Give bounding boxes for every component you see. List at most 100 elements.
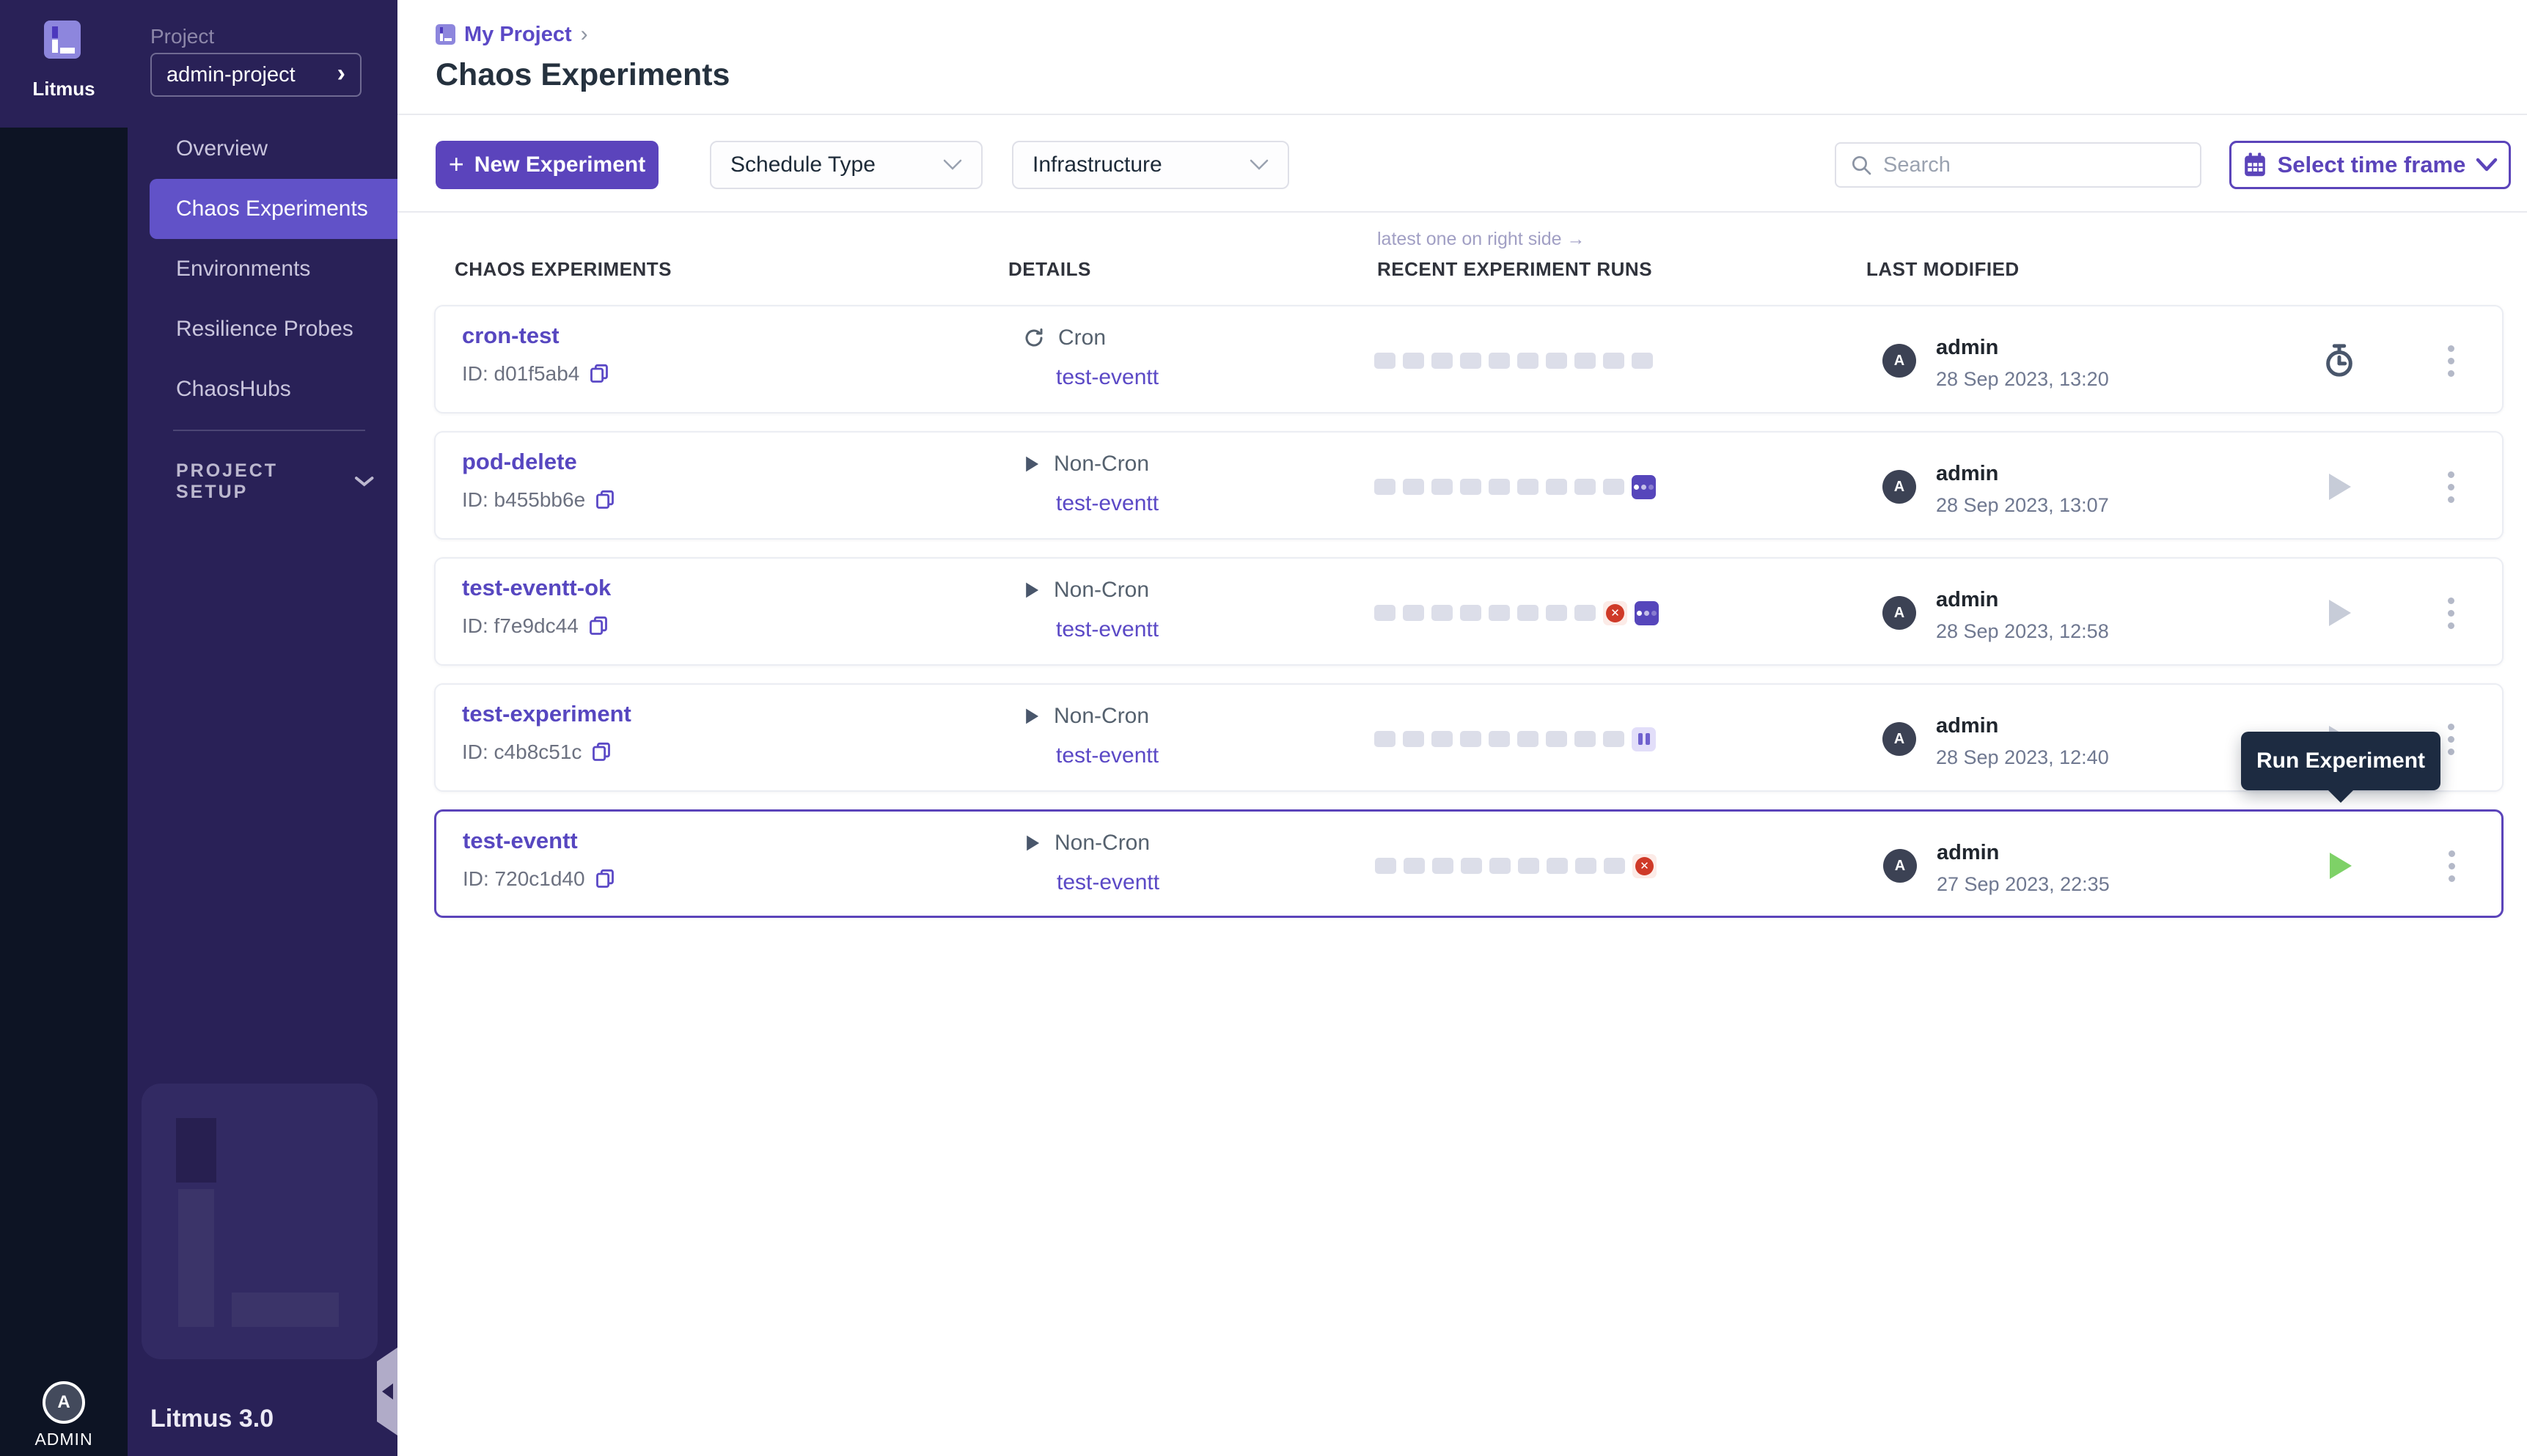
experiment-row[interactable]: test-eventt-ok ID: f7e9dc44 Non-Cron tes…: [434, 557, 2504, 666]
column-header-experiments: CHAOS EXPERIMENTS: [455, 258, 672, 281]
run-status-empty-pill[interactable]: [1403, 731, 1424, 747]
infrastructure-link[interactable]: test-eventt: [1056, 617, 1159, 642]
run-status-empty-pill[interactable]: [1574, 605, 1596, 621]
schedule-type-value: Cron: [1058, 326, 1106, 350]
run-status-paused-badge[interactable]: [1632, 727, 1656, 751]
run-status-empty-pill[interactable]: [1489, 479, 1510, 495]
run-status-empty-pill[interactable]: [1489, 858, 1511, 874]
run-status-empty-pill[interactable]: [1574, 479, 1596, 495]
run-status-empty-pill[interactable]: [1546, 479, 1567, 495]
copy-icon[interactable]: [590, 364, 609, 384]
copy-icon[interactable]: [589, 616, 608, 636]
infrastructure-link[interactable]: test-eventt: [1056, 743, 1159, 768]
copy-icon[interactable]: [592, 742, 611, 762]
experiment-row[interactable]: test-experiment ID: c4b8c51c Non-Cron te…: [434, 683, 2504, 792]
experiment-name-link[interactable]: test-eventt: [463, 828, 578, 854]
litmus-logo-icon[interactable]: [44, 21, 81, 59]
experiment-name-link[interactable]: test-eventt-ok: [462, 575, 611, 601]
sidebar-item-resilience-probes[interactable]: Resilience Probes: [128, 299, 397, 359]
run-experiment-button[interactable]: [2322, 469, 2357, 504]
run-status-empty-pill[interactable]: [1403, 605, 1424, 621]
infrastructure-link[interactable]: test-eventt: [1056, 491, 1159, 516]
copy-icon[interactable]: [595, 490, 615, 510]
experiment-name-link[interactable]: cron-test: [462, 323, 560, 349]
experiment-row[interactable]: pod-delete ID: b455bb6e Non-Cron test-ev…: [434, 431, 2504, 540]
run-status-empty-pill[interactable]: [1603, 731, 1624, 747]
new-experiment-button[interactable]: + New Experiment: [436, 141, 659, 189]
run-status-failed-badge[interactable]: ✕: [1632, 854, 1657, 878]
logo-text: Litmus: [0, 78, 128, 100]
recent-runs: ✕: [1375, 812, 1657, 920]
run-status-empty-pill[interactable]: [1460, 479, 1481, 495]
run-status-running-badge[interactable]: [1635, 601, 1659, 625]
run-status-empty-pill[interactable]: [1431, 731, 1453, 747]
non-cron-icon: [1023, 455, 1041, 474]
run-status-empty-pill[interactable]: [1489, 731, 1510, 747]
run-status-empty-pill[interactable]: [1460, 353, 1481, 369]
search-input[interactable]: [1883, 153, 2162, 177]
run-status-empty-pill[interactable]: [1374, 353, 1395, 369]
row-menu-kebab[interactable]: [2436, 717, 2465, 761]
sidebar-item-chaoshubs[interactable]: ChaosHubs: [128, 359, 397, 419]
run-status-empty-pill[interactable]: [1517, 605, 1538, 621]
run-status-empty-pill[interactable]: [1460, 605, 1481, 621]
sidebar-item-environments[interactable]: Environments: [128, 239, 397, 299]
row-menu-kebab[interactable]: [2436, 339, 2465, 383]
infrastructure-link[interactable]: test-eventt: [1057, 870, 1159, 895]
recent-runs: [1374, 685, 1656, 793]
run-status-empty-pill[interactable]: [1574, 353, 1596, 369]
copy-icon[interactable]: [595, 869, 615, 889]
run-status-empty-pill[interactable]: [1432, 858, 1453, 874]
run-status-empty-pill[interactable]: [1517, 353, 1538, 369]
run-status-empty-pill[interactable]: [1517, 731, 1538, 747]
run-status-empty-pill[interactable]: [1374, 605, 1395, 621]
row-menu-kebab[interactable]: [2436, 465, 2465, 509]
run-status-empty-pill[interactable]: [1431, 479, 1453, 495]
infrastructure-link[interactable]: test-eventt: [1056, 365, 1159, 390]
run-status-empty-pill[interactable]: [1403, 353, 1424, 369]
run-status-empty-pill[interactable]: [1546, 353, 1567, 369]
experiment-row[interactable]: cron-test ID: d01f5ab4 Cron test-eventt …: [434, 305, 2504, 413]
run-status-empty-pill[interactable]: [1518, 858, 1539, 874]
row-menu-kebab[interactable]: [2437, 844, 2466, 888]
run-status-empty-pill[interactable]: [1604, 858, 1625, 874]
run-status-empty-pill[interactable]: [1375, 858, 1396, 874]
run-status-empty-pill[interactable]: [1575, 858, 1596, 874]
sidebar-item-chaos-experiments[interactable]: Chaos Experiments: [150, 179, 397, 239]
sidebar-item-overview[interactable]: Overview: [128, 119, 397, 179]
run-status-empty-pill[interactable]: [1517, 479, 1538, 495]
run-status-empty-pill[interactable]: [1404, 858, 1425, 874]
schedule-type-value: Non-Cron: [1054, 578, 1149, 603]
run-status-empty-pill[interactable]: [1403, 479, 1424, 495]
run-experiment-button[interactable]: [2322, 848, 2358, 883]
row-menu-kebab[interactable]: [2436, 591, 2465, 635]
run-status-empty-pill[interactable]: [1489, 353, 1510, 369]
run-status-empty-pill[interactable]: [1574, 731, 1596, 747]
run-status-failed-badge[interactable]: ✕: [1603, 601, 1627, 625]
run-status-empty-pill[interactable]: [1547, 858, 1568, 874]
run-status-empty-pill[interactable]: [1460, 731, 1481, 747]
time-frame-button[interactable]: Select time frame: [2229, 141, 2511, 189]
run-experiment-button[interactable]: [2322, 595, 2357, 630]
run-status-empty-pill[interactable]: [1431, 605, 1453, 621]
run-status-empty-pill[interactable]: [1374, 731, 1395, 747]
run-status-empty-pill[interactable]: [1489, 605, 1510, 621]
admin-avatar[interactable]: A: [43, 1381, 85, 1424]
run-status-empty-pill[interactable]: [1461, 858, 1482, 874]
run-status-empty-pill[interactable]: [1374, 479, 1395, 495]
run-status-empty-pill[interactable]: [1546, 605, 1567, 621]
project-setup-toggle[interactable]: PROJECT SETUP: [176, 460, 374, 503]
schedule-type-dropdown[interactable]: Schedule Type: [710, 141, 983, 189]
run-status-empty-pill[interactable]: [1546, 731, 1567, 747]
experiment-name-link[interactable]: pod-delete: [462, 449, 577, 475]
experiment-name-link[interactable]: test-experiment: [462, 701, 631, 727]
run-status-empty-pill[interactable]: [1603, 353, 1624, 369]
run-status-empty-pill[interactable]: [1431, 353, 1453, 369]
run-status-empty-pill[interactable]: [1603, 479, 1624, 495]
infrastructure-dropdown[interactable]: Infrastructure: [1012, 141, 1289, 189]
run-status-empty-pill[interactable]: [1632, 353, 1653, 369]
breadcrumb-my-project[interactable]: My Project: [464, 23, 572, 47]
project-selector[interactable]: admin-project ›: [150, 53, 362, 97]
experiment-row[interactable]: test-eventt ID: 720c1d40 Non-Cron test-e…: [434, 809, 2504, 918]
run-status-running-badge[interactable]: [1632, 475, 1656, 499]
